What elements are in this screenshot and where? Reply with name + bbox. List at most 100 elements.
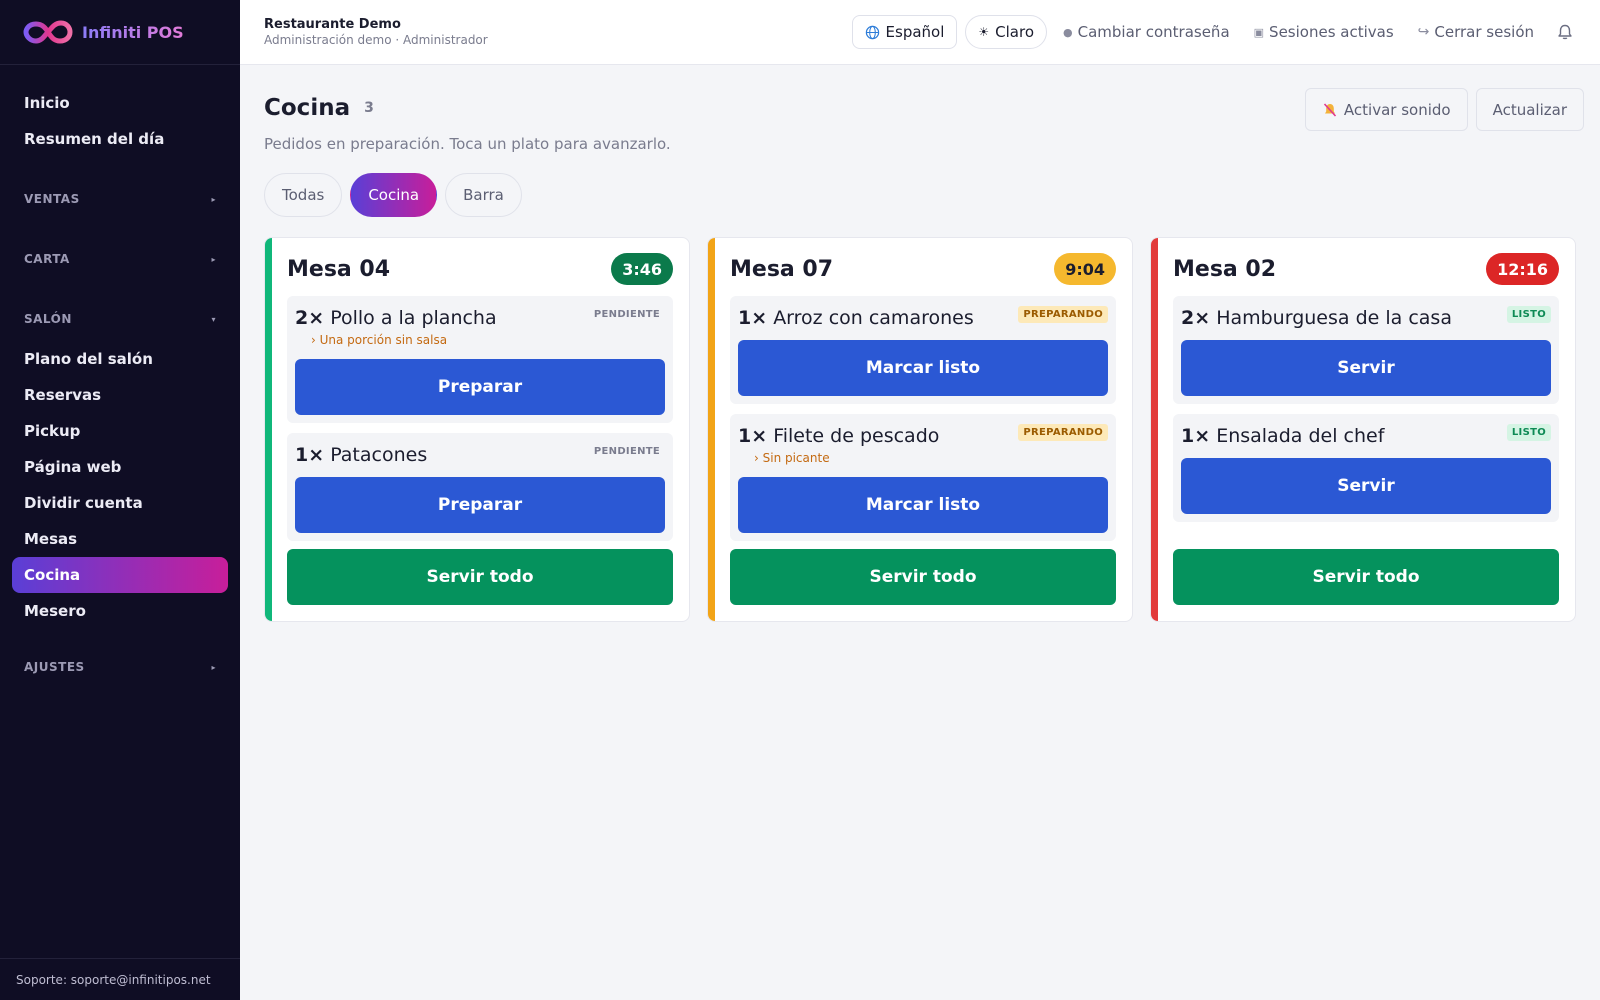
page-subtitle: Pedidos en preparación. Toca un plato pa…: [264, 135, 671, 153]
language-label: Español: [885, 23, 945, 41]
sidebar-section-salon[interactable]: SALÓN ▾: [12, 301, 228, 337]
activate-sound-button[interactable]: Activar sonido: [1304, 88, 1468, 131]
page-title: Cocina: [264, 95, 351, 121]
bell-off-icon: [1323, 102, 1337, 117]
order-card: Mesa 02 12:16 2× Hamburguesa de la casa …: [1150, 237, 1576, 622]
active-sessions-button[interactable]: ▣ Sesiones activas: [1246, 15, 1402, 49]
item-name: Filete de pescado: [773, 425, 940, 447]
sidebar-item-dividir-cuenta[interactable]: Dividir cuenta: [12, 485, 228, 521]
serve-all-button[interactable]: Servir todo: [1173, 549, 1559, 605]
item-quantity: 1×: [295, 444, 325, 466]
section-label: SALÓN: [24, 312, 72, 326]
notifications-button[interactable]: [1550, 15, 1580, 49]
order-item[interactable]: 1× Arroz con camarones PREPARANDO Marcar…: [730, 296, 1116, 404]
station-filters: Todas Cocina Barra: [264, 173, 522, 217]
item-quantity: 1×: [738, 307, 768, 329]
change-password-label: Cambiar contraseña: [1077, 23, 1230, 41]
top-actions: Español ☀ Claro ● Cambiar contraseña ▣ S…: [851, 15, 1580, 49]
order-timer: 9:04: [1054, 253, 1116, 285]
logout-icon: ↪: [1417, 24, 1430, 40]
filter-barra[interactable]: Barra: [445, 173, 522, 217]
logout-button[interactable]: ↪ Cerrar sesión: [1410, 15, 1542, 49]
serve-all-button[interactable]: Servir todo: [287, 549, 673, 605]
refresh-button[interactable]: Actualizar: [1475, 88, 1584, 131]
status-stripe: [1151, 238, 1158, 621]
chevron-right-icon: ▸: [211, 662, 216, 672]
page-actions: Activar sonido Actualizar: [1304, 88, 1584, 131]
mark-ready-button[interactable]: Marcar listo: [738, 340, 1108, 396]
order-item[interactable]: 1× Ensalada del chef LISTO Servir: [1173, 414, 1559, 522]
item-line: 2× Hamburguesa de la casa: [1181, 306, 1551, 330]
bell-icon: [1558, 24, 1572, 40]
dot-icon: ●: [1063, 25, 1073, 39]
support-email[interactable]: Soporte: soporte@infinitipos.net: [0, 958, 240, 1000]
item-quantity: 1×: [1181, 425, 1211, 447]
status-stripe: [265, 238, 272, 621]
chevron-down-icon: ▾: [211, 314, 216, 324]
item-quantity: 1×: [738, 425, 768, 447]
sidebar-section-ajustes[interactable]: AJUSTES ▸: [12, 649, 228, 685]
order-card: Mesa 04 3:46 2× Pollo a la plancha PENDI…: [264, 237, 690, 622]
item-note: › Sin picante: [754, 451, 830, 465]
table-name: Mesa 07: [730, 256, 834, 282]
sun-icon: ☀: [978, 25, 990, 39]
order-item[interactable]: 2× Pollo a la plancha PENDIENTE › Una po…: [287, 296, 673, 423]
sidebar-section-carta[interactable]: CARTA ▸: [12, 241, 228, 277]
status-badge: PENDIENTE: [593, 446, 660, 457]
status-stripe: [708, 238, 715, 621]
sidebar-item-inicio[interactable]: Inicio: [12, 85, 228, 121]
activate-sound-label: Activar sonido: [1343, 100, 1451, 119]
prepare-button[interactable]: Preparar: [295, 359, 665, 415]
serve-all-button[interactable]: Servir todo: [730, 549, 1116, 605]
org-role: Administración demo · Administrador: [264, 33, 488, 47]
prepare-button[interactable]: Preparar: [295, 477, 665, 533]
item-note: › Una porción sin salsa: [311, 333, 448, 347]
theme-button[interactable]: ☀ Claro: [965, 15, 1048, 49]
sidebar-nav: Inicio Resumen del día VENTAS ▸ CARTA ▸ …: [0, 65, 240, 685]
sidebar-item-pagina-web[interactable]: Página web: [12, 449, 228, 485]
sidebar-item-cocina[interactable]: Cocina: [12, 557, 228, 593]
order-item[interactable]: 1× Filete de pescado PREPARANDO › Sin pi…: [730, 414, 1116, 541]
section-label: VENTAS: [24, 192, 80, 206]
app-name: Infiniti POS: [82, 22, 184, 42]
mark-ready-button[interactable]: Marcar listo: [738, 477, 1108, 533]
order-cards: Mesa 04 3:46 2× Pollo a la plancha PENDI…: [264, 237, 1576, 622]
serve-button[interactable]: Servir: [1181, 340, 1551, 396]
serve-button[interactable]: Servir: [1181, 458, 1551, 514]
monitor-icon: ▣: [1253, 25, 1265, 39]
order-timer: 3:46: [611, 253, 673, 285]
section-label: AJUSTES: [24, 660, 85, 674]
order-timer: 12:16: [1486, 253, 1559, 285]
item-name: Arroz con camarones: [773, 307, 974, 329]
sidebar-item-pickup[interactable]: Pickup: [12, 413, 228, 449]
order-item[interactable]: 2× Hamburguesa de la casa LISTO Servir: [1173, 296, 1559, 404]
topbar: Restaurante Demo Administración demo · A…: [240, 0, 1600, 65]
language-button[interactable]: Español: [851, 15, 958, 49]
change-password-button[interactable]: ● Cambiar contraseña: [1055, 15, 1238, 49]
section-label: CARTA: [24, 252, 70, 266]
item-quantity: 2×: [1181, 307, 1211, 329]
brand[interactable]: Infiniti POS: [0, 0, 240, 65]
order-count: 3: [364, 100, 374, 116]
refresh-label: Actualizar: [1492, 100, 1567, 119]
sidebar-item-plano-del-salon[interactable]: Plano del salón: [12, 341, 228, 377]
filter-cocina[interactable]: Cocina: [350, 173, 438, 217]
sidebar-item-mesero[interactable]: Mesero: [12, 593, 228, 629]
main-content: Cocina 3 Activar sonido Actualizar Pedid…: [240, 65, 1600, 1000]
item-name: Pollo a la plancha: [330, 307, 497, 329]
order-item[interactable]: 1× Patacones PENDIENTE Preparar: [287, 433, 673, 541]
filter-todas[interactable]: Todas: [264, 173, 343, 217]
sidebar-item-resumen-del-dia[interactable]: Resumen del día: [12, 121, 228, 157]
sidebar-section-ventas[interactable]: VENTAS ▸: [12, 181, 228, 217]
order-header: Mesa 07 9:04: [730, 253, 1116, 285]
status-badge: LISTO: [1506, 306, 1551, 323]
sidebar-item-reservas[interactable]: Reservas: [12, 377, 228, 413]
infinity-logo-icon: [23, 20, 73, 44]
chevron-right-icon: ▸: [211, 194, 216, 204]
order-header: Mesa 04 3:46: [287, 253, 673, 285]
item-line: 1× Ensalada del chef: [1181, 424, 1551, 448]
sidebar-item-mesas[interactable]: Mesas: [12, 521, 228, 557]
org-info: Restaurante Demo Administración demo · A…: [264, 17, 488, 47]
globe-icon: [865, 25, 879, 39]
item-name: Patacones: [330, 444, 428, 466]
